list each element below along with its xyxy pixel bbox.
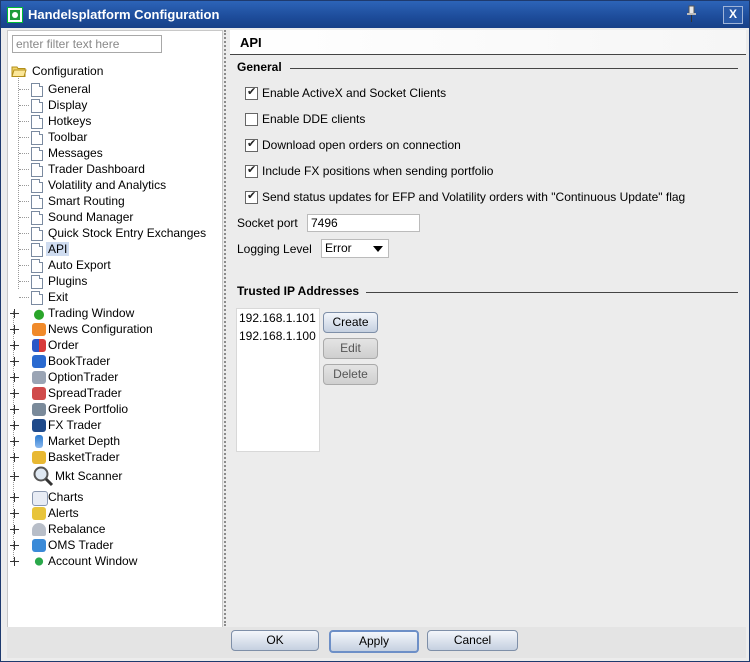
- trading-window-icon: [32, 307, 46, 320]
- checkbox-label: Enable ActiveX and Socket Clients: [262, 86, 447, 100]
- socket-port-input[interactable]: 7496: [307, 214, 420, 232]
- expand-icon[interactable]: [10, 472, 19, 481]
- expand-icon[interactable]: [10, 389, 19, 398]
- expand-icon[interactable]: [10, 453, 19, 462]
- document-icon: [31, 227, 43, 241]
- expand-icon[interactable]: [10, 341, 19, 350]
- section-trusted-ip-label: Trusted IP Addresses: [237, 284, 360, 298]
- document-icon: [31, 115, 43, 129]
- panel-header: API: [230, 30, 746, 55]
- list-item[interactable]: 192.168.1.100: [239, 329, 316, 343]
- fx-icon: [32, 419, 46, 432]
- expand-icon[interactable]: [10, 309, 19, 318]
- rss-feed-icon: [32, 323, 46, 336]
- document-icon: [31, 211, 43, 225]
- document-icon: [31, 275, 43, 289]
- document-icon: [31, 179, 43, 193]
- trusted-ip-list[interactable]: 192.168.1.101 192.168.1.100: [236, 308, 320, 452]
- close-button[interactable]: X: [723, 6, 743, 24]
- option-icon: [32, 371, 46, 384]
- document-icon: [31, 259, 43, 273]
- tree-item-selected-label: API: [46, 242, 70, 256]
- checkbox-send-status-updates[interactable]: [245, 189, 258, 204]
- section-divider: [290, 68, 738, 69]
- greek-icon: [32, 403, 46, 416]
- apply-button[interactable]: Apply: [329, 630, 419, 653]
- book-icon: [32, 355, 46, 368]
- checkbox-enable-activex[interactable]: [245, 85, 258, 100]
- checkbox-download-open-orders[interactable]: [245, 137, 258, 152]
- filter-input[interactable]: [12, 35, 162, 53]
- title-bar: Handelsplatform Configuration X: [1, 1, 749, 28]
- expand-icon[interactable]: [10, 509, 19, 518]
- expand-icon[interactable]: [10, 325, 19, 334]
- checkbox-include-fx-positions[interactable]: [245, 163, 258, 178]
- order-icon: [32, 339, 46, 352]
- app-icon: [7, 7, 23, 23]
- panel-title: API: [240, 35, 262, 50]
- logging-level-label: Logging Level: [237, 242, 312, 256]
- alert-bell-icon: [32, 507, 46, 520]
- gauge-icon: [32, 523, 46, 536]
- account-icon: [32, 555, 46, 568]
- expand-icon[interactable]: [10, 405, 19, 414]
- socket-port-label: Socket port: [237, 216, 298, 230]
- market-depth-icon: [35, 435, 43, 448]
- section-general-label: General: [237, 60, 282, 74]
- expand-icon[interactable]: [10, 421, 19, 430]
- checkbox-enable-dde[interactable]: [245, 113, 258, 126]
- list-item[interactable]: 192.168.1.101: [239, 311, 316, 325]
- expand-icon[interactable]: [10, 493, 19, 502]
- config-window: Handelsplatform Configuration X Configur…: [0, 0, 750, 662]
- create-button[interactable]: Create: [323, 312, 378, 333]
- document-icon: [31, 163, 43, 177]
- window-title: Handelsplatform Configuration: [28, 7, 220, 22]
- tree-label: Configuration: [32, 64, 104, 78]
- logging-level-value: Error: [325, 241, 352, 255]
- tree-line: [18, 75, 19, 289]
- document-icon: [31, 99, 43, 113]
- delete-button[interactable]: Delete: [323, 364, 378, 385]
- magnifier-icon: [33, 466, 54, 487]
- oms-icon: [32, 539, 46, 552]
- logging-level-select[interactable]: Error: [321, 239, 389, 258]
- document-icon: [31, 83, 43, 97]
- document-icon: [31, 243, 43, 257]
- spread-icon: [32, 387, 46, 400]
- checkbox-label: Include FX positions when sending portfo…: [262, 164, 494, 178]
- settings-panel: API General Enable ActiveX and Socket Cl…: [230, 30, 746, 626]
- basket-icon: [32, 451, 46, 464]
- chart-icon: [32, 491, 48, 506]
- document-icon: [31, 195, 43, 209]
- section-divider: [366, 292, 738, 293]
- pin-icon[interactable]: [683, 5, 699, 23]
- chevron-down-icon: [373, 246, 383, 252]
- checkbox-label: Send status updates for EFP and Volatili…: [262, 190, 686, 204]
- navigation-panel: Configuration General Display Hotkeys To…: [7, 30, 223, 628]
- checkbox-label: Enable DDE clients: [262, 112, 366, 126]
- expand-icon[interactable]: [10, 541, 19, 550]
- dialog-footer: OK Apply Cancel: [7, 627, 746, 658]
- expand-icon[interactable]: [10, 373, 19, 382]
- cancel-button[interactable]: Cancel: [427, 630, 518, 651]
- expand-icon[interactable]: [10, 437, 19, 446]
- expand-icon[interactable]: [10, 525, 19, 534]
- checkbox-label: Download open orders on connection: [262, 138, 461, 152]
- document-icon: [31, 147, 43, 161]
- document-icon: [31, 291, 43, 305]
- document-icon: [31, 131, 43, 145]
- expand-icon[interactable]: [10, 357, 19, 366]
- edit-button[interactable]: Edit: [323, 338, 378, 359]
- expand-icon[interactable]: [10, 557, 19, 566]
- ok-button[interactable]: OK: [231, 630, 319, 651]
- folder-open-icon: [11, 66, 27, 77]
